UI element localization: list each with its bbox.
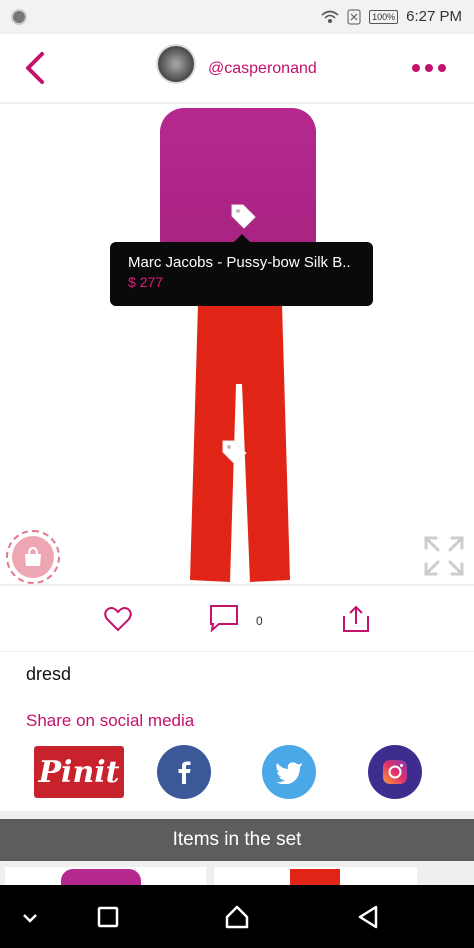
system-nav-bar xyxy=(0,885,474,948)
social-share-title: Share on social media xyxy=(26,711,195,730)
tag-icon[interactable] xyxy=(220,438,248,466)
item-thumbnail xyxy=(61,869,141,885)
pinterest-button[interactable]: Pinit xyxy=(34,746,124,798)
wifi-icon xyxy=(321,10,339,23)
actions-bar: 0 xyxy=(0,584,474,652)
instagram-button[interactable] xyxy=(368,745,422,799)
facebook-button[interactable] xyxy=(157,745,211,799)
shop-button[interactable] xyxy=(6,530,60,584)
back-icon[interactable] xyxy=(20,50,56,86)
top-bar: @casperonand xyxy=(0,34,474,104)
username-link[interactable]: @casperonand xyxy=(208,60,317,78)
facebook-icon xyxy=(178,761,191,784)
comment-icon[interactable] xyxy=(209,604,239,632)
more-icon[interactable] xyxy=(412,64,446,72)
expand-icon[interactable] xyxy=(422,534,466,578)
battery-indicator: 100% xyxy=(369,9,399,24)
share-icon[interactable] xyxy=(341,604,371,634)
comment-count: 0 xyxy=(256,614,263,628)
notification-dot-icon xyxy=(11,9,27,25)
outfit-photo[interactable] xyxy=(0,104,474,584)
heart-icon[interactable] xyxy=(104,606,132,632)
item-thumbnail xyxy=(290,869,340,885)
twitter-icon xyxy=(276,762,302,784)
tag-icon[interactable] xyxy=(229,202,257,230)
section-divider xyxy=(0,811,474,819)
sim-icon xyxy=(347,9,361,24)
status-time: 6:27 PM xyxy=(406,8,462,25)
product-price: $ 277 xyxy=(128,274,164,290)
product-name: Marc Jacobs - Pussy-bow Silk B.. xyxy=(128,254,351,271)
avatar[interactable] xyxy=(156,44,196,84)
item-card[interactable] xyxy=(214,867,417,885)
instagram-icon xyxy=(383,760,407,784)
chevron-down-icon[interactable] xyxy=(16,903,44,931)
items-list xyxy=(0,861,474,885)
product-tooltip[interactable]: Marc Jacobs - Pussy-bow Silk B.. $ 277 xyxy=(110,234,373,306)
twitter-button[interactable] xyxy=(262,745,316,799)
status-right: 100% 6:27 PM xyxy=(321,8,462,25)
recents-icon[interactable] xyxy=(94,903,122,931)
item-card[interactable] xyxy=(5,867,206,885)
shopping-bag-icon xyxy=(12,536,54,578)
status-bar: 100% 6:27 PM xyxy=(0,0,474,34)
back-nav-icon[interactable] xyxy=(354,903,382,931)
items-section-title: Items in the set xyxy=(0,819,474,861)
home-icon[interactable] xyxy=(223,903,251,931)
post-caption: dresd xyxy=(26,664,72,684)
